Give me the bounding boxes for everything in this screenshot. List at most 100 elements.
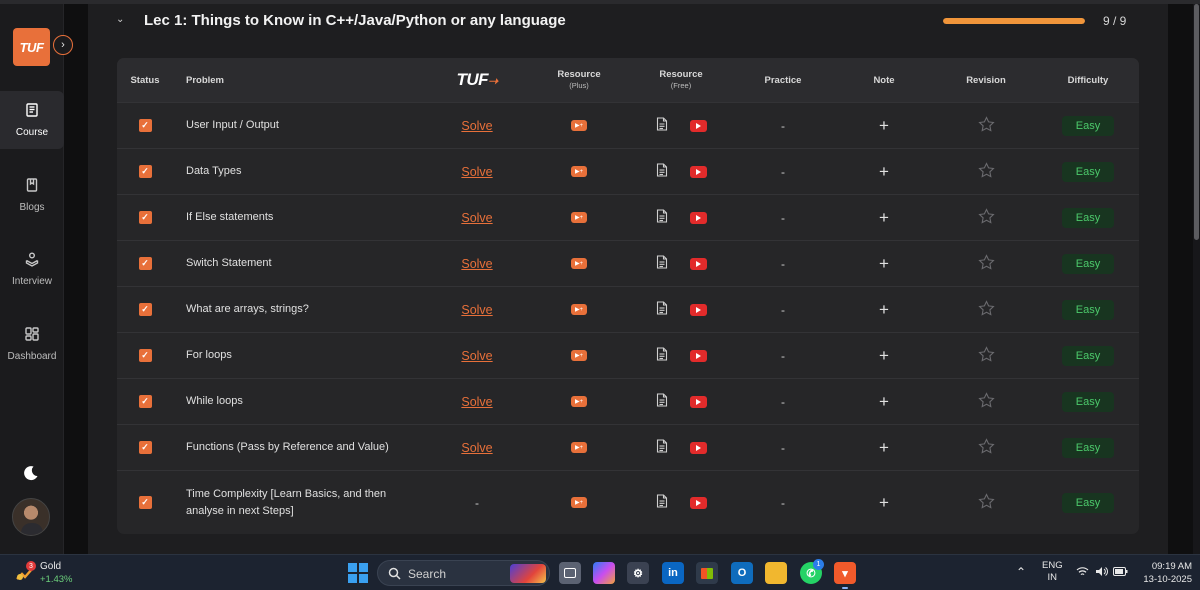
chevron-down-icon[interactable]: ⌄ <box>116 14 124 25</box>
page-scrollbar[interactable] <box>1193 4 1200 554</box>
problem-name[interactable]: What are arrays, strings? <box>186 301 309 318</box>
solve-link[interactable]: Solve <box>461 395 492 409</box>
video-plus-icon[interactable]: ▶+ <box>571 497 587 508</box>
status-checkbox[interactable]: ✓ <box>138 119 152 132</box>
problem-name[interactable]: If Else statements <box>186 209 273 226</box>
problem-name[interactable]: Time Complexity [Learn Basics, and then a… <box>186 486 386 520</box>
article-icon[interactable] <box>656 393 668 410</box>
youtube-icon[interactable] <box>689 395 707 408</box>
article-icon[interactable] <box>656 163 668 180</box>
video-plus-icon[interactable]: ▶+ <box>571 442 587 453</box>
status-checkbox[interactable]: ✓ <box>138 211 152 224</box>
sidebar-item-interview[interactable]: Interview <box>0 240 64 298</box>
youtube-icon[interactable] <box>689 165 707 178</box>
status-checkbox[interactable]: ✓ <box>138 165 152 178</box>
task-view-icon[interactable] <box>559 562 581 584</box>
article-icon[interactable] <box>656 255 668 272</box>
language-indicator[interactable]: ENG IN <box>1042 560 1063 584</box>
video-plus-icon[interactable]: ▶+ <box>571 396 587 407</box>
add-note-button[interactable]: + <box>879 116 889 136</box>
status-checkbox[interactable]: ✓ <box>138 441 152 454</box>
star-icon[interactable] <box>977 253 995 274</box>
linkedin-icon[interactable]: in <box>662 562 684 584</box>
article-icon[interactable] <box>656 117 668 134</box>
status-checkbox[interactable]: ✓ <box>138 349 152 362</box>
sidebar-item-dashboard[interactable]: Dashboard <box>0 315 64 373</box>
youtube-icon[interactable] <box>689 496 707 509</box>
copilot-icon[interactable] <box>593 562 615 584</box>
avatar[interactable] <box>12 498 50 536</box>
problem-name[interactable]: While loops <box>186 393 243 410</box>
star-icon[interactable] <box>977 115 995 136</box>
star-icon[interactable] <box>977 391 995 412</box>
sidebar-item-blogs[interactable]: Blogs <box>0 166 64 224</box>
youtube-icon[interactable] <box>689 349 707 362</box>
add-note-button[interactable]: + <box>879 493 889 513</box>
add-note-button[interactable]: + <box>879 300 889 320</box>
video-plus-icon[interactable]: ▶+ <box>571 304 587 315</box>
solve-link[interactable]: Solve <box>461 119 492 133</box>
solve-link[interactable]: Solve <box>461 257 492 271</box>
battery-icon[interactable] <box>1113 567 1128 576</box>
article-icon[interactable] <box>656 494 668 511</box>
add-note-button[interactable]: + <box>879 162 889 182</box>
problem-name[interactable]: User Input / Output <box>186 117 279 134</box>
taskbar-search[interactable]: Search <box>377 560 550 586</box>
add-note-button[interactable]: + <box>879 346 889 366</box>
scrollbar-thumb[interactable] <box>1194 4 1199 240</box>
star-icon[interactable] <box>977 345 995 366</box>
video-plus-icon[interactable]: ▶+ <box>571 120 587 131</box>
outlook-icon[interactable]: O <box>731 562 753 584</box>
status-checkbox[interactable]: ✓ <box>138 303 152 316</box>
problem-name[interactable]: Switch Statement <box>186 255 272 272</box>
video-plus-icon[interactable]: ▶+ <box>571 212 587 223</box>
volume-icon[interactable] <box>1095 566 1108 577</box>
star-icon[interactable] <box>977 161 995 182</box>
video-plus-icon[interactable]: ▶+ <box>571 350 587 361</box>
youtube-icon[interactable] <box>689 257 707 270</box>
star-icon[interactable] <box>977 492 995 513</box>
youtube-icon[interactable] <box>689 441 707 454</box>
chevron-up-icon[interactable]: ⌃ <box>1016 565 1026 579</box>
add-note-button[interactable]: + <box>879 254 889 274</box>
star-icon[interactable] <box>977 299 995 320</box>
add-note-button[interactable]: + <box>879 438 889 458</box>
article-icon[interactable] <box>656 209 668 226</box>
chevron-right-icon[interactable]: › <box>53 35 73 55</box>
problem-name[interactable]: Functions (Pass by Reference and Value) <box>186 439 389 456</box>
solve-link[interactable]: Solve <box>461 303 492 317</box>
video-plus-icon[interactable]: ▶+ <box>571 166 587 177</box>
wifi-icon[interactable] <box>1076 566 1089 577</box>
moon-icon[interactable] <box>22 464 40 482</box>
solve-link[interactable]: Solve <box>461 165 492 179</box>
sidebar-item-course[interactable]: Course <box>0 91 64 149</box>
problem-name[interactable]: For loops <box>186 347 232 364</box>
solve-link[interactable]: Solve <box>461 349 492 363</box>
game-icon[interactable]: ⚙ <box>627 562 649 584</box>
solve-link[interactable]: Solve <box>461 441 492 455</box>
article-icon[interactable] <box>656 347 668 364</box>
solve-link[interactable]: Solve <box>461 211 492 225</box>
add-note-button[interactable]: + <box>879 392 889 412</box>
store-icon[interactable] <box>696 562 718 584</box>
status-checkbox[interactable]: ✓ <box>138 257 152 270</box>
status-checkbox[interactable]: ✓ <box>138 496 152 509</box>
file-explorer-icon[interactable] <box>765 562 787 584</box>
star-icon[interactable] <box>977 437 995 458</box>
video-plus-icon[interactable]: ▶+ <box>571 258 587 269</box>
status-checkbox[interactable]: ✓ <box>138 395 152 408</box>
brave-browser-icon[interactable]: ▾ <box>834 562 856 589</box>
tuf-logo[interactable]: TUF <box>13 28 50 66</box>
youtube-icon[interactable] <box>689 303 707 316</box>
market-widget[interactable]: 3 Gold +1.43% <box>14 559 94 587</box>
youtube-icon[interactable] <box>689 211 707 224</box>
article-icon[interactable] <box>656 439 668 456</box>
article-icon[interactable] <box>656 301 668 318</box>
youtube-icon[interactable] <box>689 119 707 132</box>
system-clock[interactable]: 09:19 AM 13-10-2025 <box>1128 560 1192 586</box>
problem-name[interactable]: Data Types <box>186 163 241 180</box>
add-note-button[interactable]: + <box>879 208 889 228</box>
lecture-header[interactable]: ⌄ Lec 1: Things to Know in C++/Java/Pyth… <box>88 4 1168 40</box>
windows-start-icon[interactable] <box>348 563 368 583</box>
star-icon[interactable] <box>977 207 995 228</box>
